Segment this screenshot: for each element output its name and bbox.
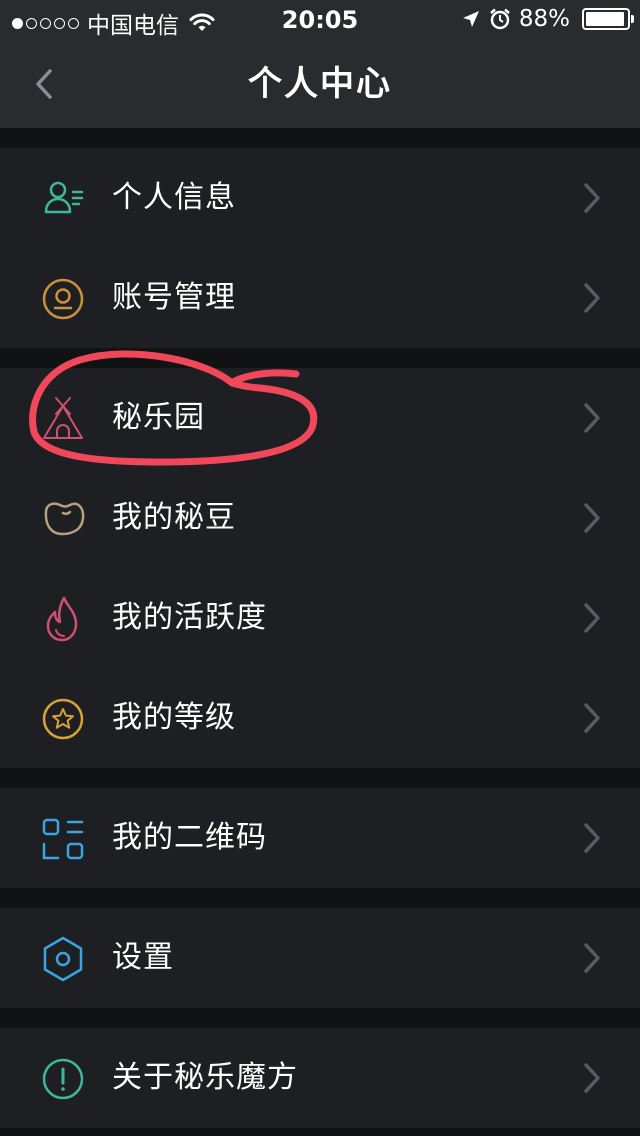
menu-label: 我的秘豆	[112, 500, 236, 535]
menu-item-my-qrcode[interactable]: 我的二维码	[0, 788, 640, 888]
tent-icon	[43, 397, 83, 439]
chevron-right-icon	[584, 823, 600, 853]
alarm-icon	[490, 8, 510, 30]
personal-center-screen: 中国电信 20:05 88% 个人中心 个人信息 账号管理 秘乐园 我的秘豆 我…	[0, 0, 640, 1136]
flame-icon	[46, 596, 78, 642]
menu-item-my-level[interactable]: 我的等级	[0, 668, 640, 768]
battery-icon	[582, 8, 634, 30]
menu-label: 个人信息	[112, 180, 236, 215]
chevron-right-icon	[584, 283, 600, 313]
chevron-right-icon	[584, 503, 600, 533]
navigation-bar: 个人中心	[0, 40, 640, 128]
menu-item-settings[interactable]: 设置	[0, 908, 640, 1008]
menu-label: 设置	[112, 940, 174, 975]
menu-group-account: 个人信息 账号管理	[0, 148, 640, 348]
chevron-right-icon	[584, 603, 600, 633]
menu-item-my-activity[interactable]: 我的活跃度	[0, 568, 640, 668]
menu-item-personal-info[interactable]: 个人信息	[0, 148, 640, 248]
bean-icon	[44, 502, 85, 536]
menu-item-mile-garden[interactable]: 秘乐园	[0, 368, 640, 468]
info-exclamation-icon	[42, 1058, 84, 1100]
menu-label: 秘乐园	[112, 400, 205, 435]
chevron-right-icon	[584, 403, 600, 433]
menu-label: 账号管理	[112, 280, 236, 315]
star-badge-icon	[42, 698, 84, 740]
menu-label: 关于秘乐魔方	[112, 1060, 298, 1095]
coin-icon	[42, 278, 84, 320]
chevron-right-icon	[584, 1063, 600, 1093]
menu-group-about: 关于秘乐魔方	[0, 1028, 640, 1128]
menu-group-rewards: 秘乐园 我的秘豆 我的活跃度 我的等级	[0, 368, 640, 768]
menu-item-account-manage[interactable]: 账号管理	[0, 248, 640, 348]
menu-item-about[interactable]: 关于秘乐魔方	[0, 1028, 640, 1128]
menu-label: 我的活跃度	[112, 600, 267, 635]
chevron-right-icon	[584, 183, 600, 213]
page-title: 个人中心	[248, 64, 392, 104]
menu-item-my-beans[interactable]: 我的秘豆	[0, 468, 640, 568]
qrcode-icon	[42, 818, 84, 860]
location-arrow-icon	[462, 11, 479, 27]
menu-label: 我的等级	[112, 700, 236, 735]
battery-percent: 88%	[518, 6, 570, 32]
menu-group-qrcode: 我的二维码	[0, 788, 640, 888]
user-profile-icon	[44, 181, 84, 214]
status-bar-right: 88%	[461, 6, 634, 32]
menu-group-settings: 设置	[0, 908, 640, 1008]
chevron-right-icon	[584, 943, 600, 973]
hexagon-settings-icon	[43, 936, 83, 982]
status-bar: 中国电信 20:05 88%	[0, 0, 640, 40]
chevron-right-icon	[584, 703, 600, 733]
menu-label: 我的二维码	[112, 820, 267, 855]
